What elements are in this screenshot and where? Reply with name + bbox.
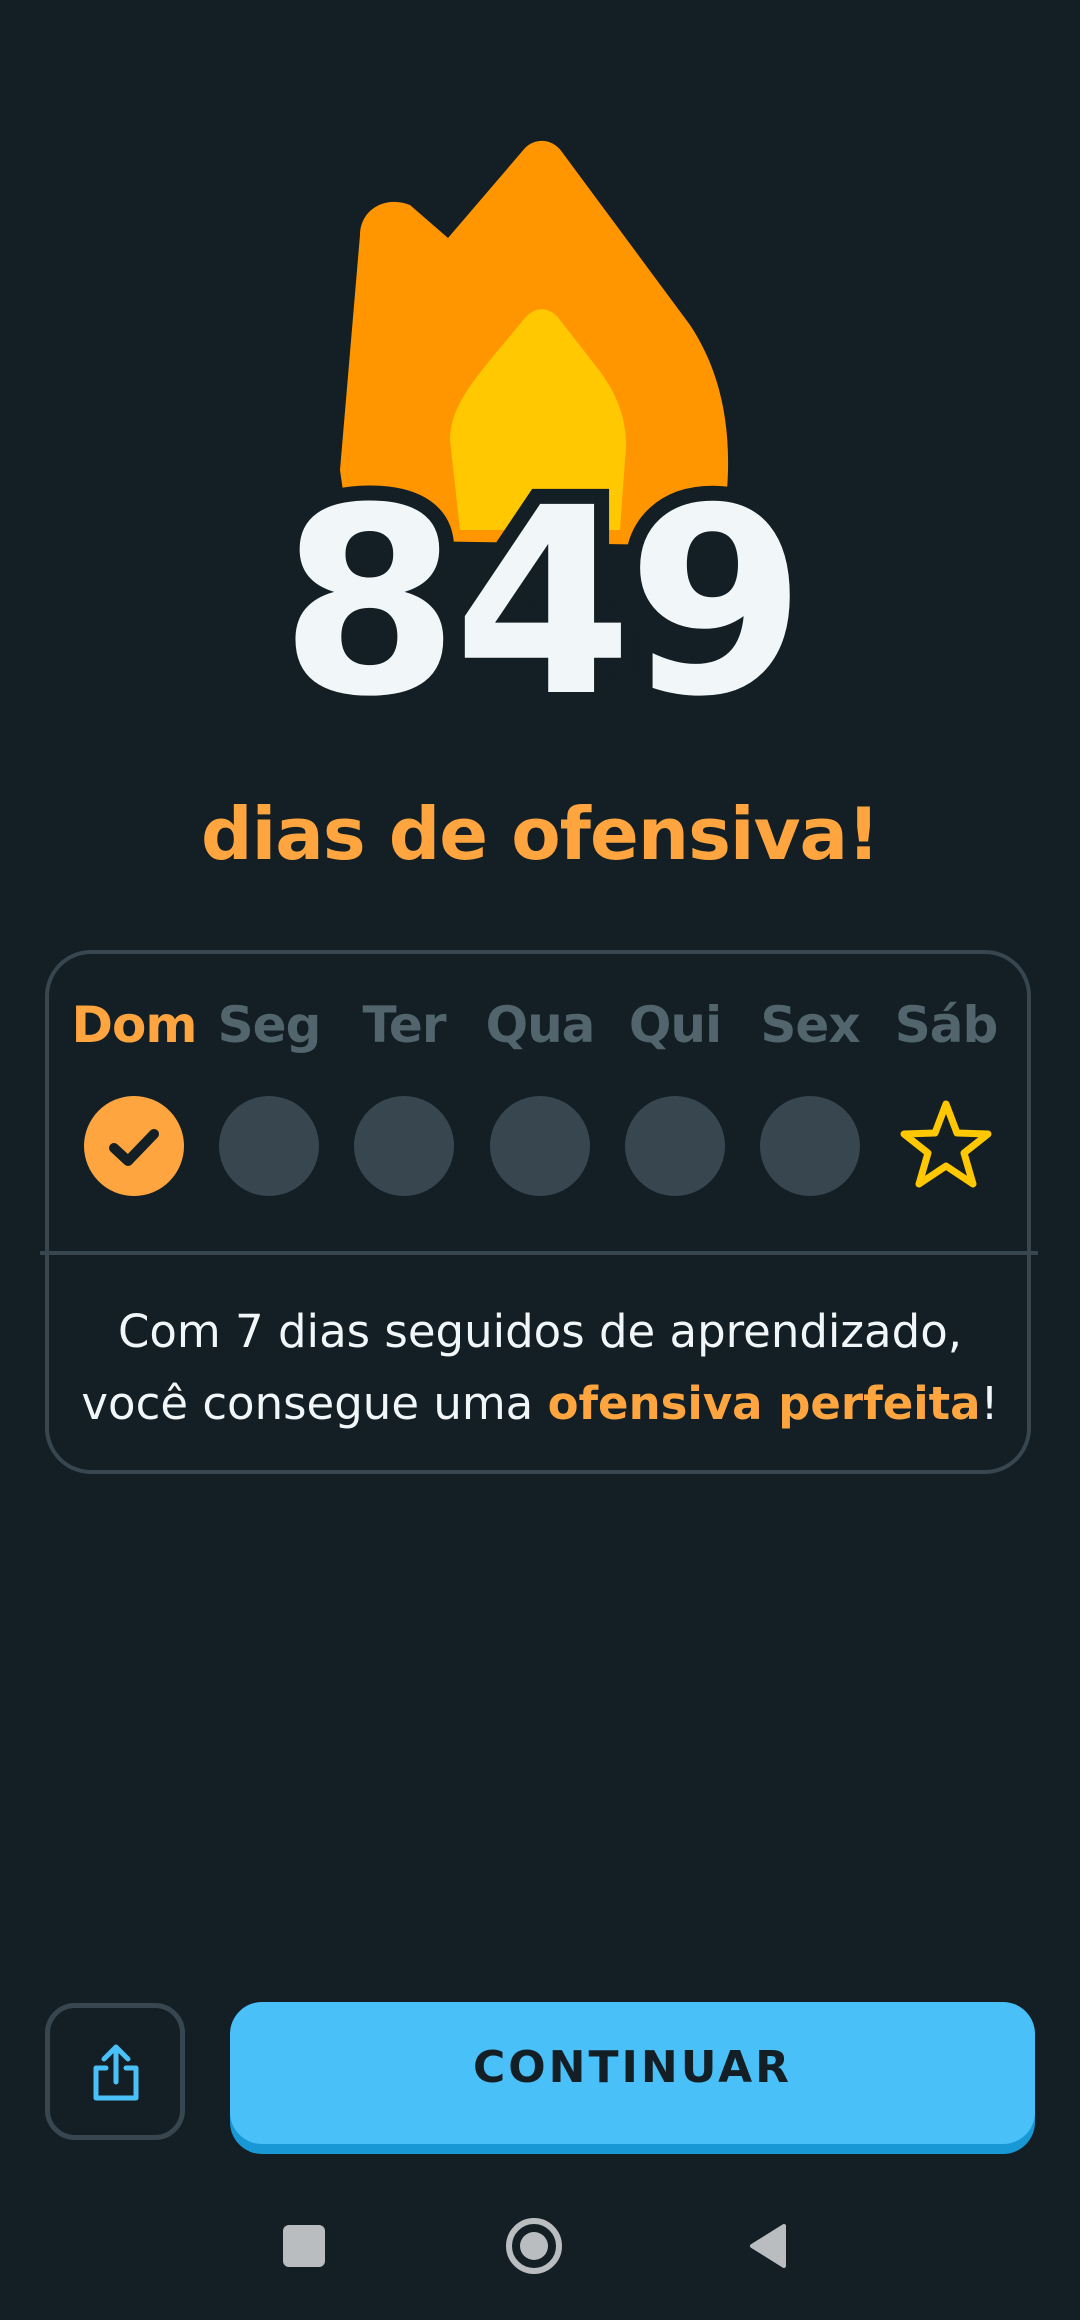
completed-day-indicator [84,1096,184,1196]
day-wednesday: Qua [475,990,605,1196]
star-icon [900,1100,992,1188]
pending-day-indicator [490,1096,590,1196]
perfect-streak-hint: Com 7 dias seguidos de aprendizado, você… [60,1296,1020,1440]
day-sunday: Dom [69,990,199,1196]
day-label: Seg [217,996,322,1054]
day-label: Sex [760,996,860,1054]
day-label: Dom [71,996,198,1054]
day-label: Qua [485,996,596,1054]
day-label: Sáb [894,996,999,1054]
pending-day-indicator [219,1096,319,1196]
day-label: Ter [362,996,446,1054]
hint-highlight: ofensiva perfeita [547,1377,981,1430]
day-label: Qui [628,996,722,1054]
streak-title: dias de ofensiva! [201,792,880,876]
system-nav-bar [0,2210,1080,2300]
pending-day-indicator [354,1096,454,1196]
hint-suffix: ! [980,1377,999,1430]
hint-line2: você consegue uma [81,1377,548,1430]
share-button[interactable] [45,2003,185,2140]
day-thursday: Qui [610,990,740,1196]
pending-day-indicator [625,1096,725,1196]
check-icon [109,1129,159,1166]
day-saturday: Sáb [881,990,1011,1196]
pending-day-indicator [760,1096,860,1196]
day-monday: Seg [204,990,334,1196]
day-tuesday: Ter [339,990,469,1196]
divider [40,1251,1038,1255]
recent-apps-icon[interactable] [283,2225,325,2267]
streak-count: 849 [265,453,822,753]
perfect-streak-indicator [896,1096,996,1196]
day-friday: Sex [745,990,875,1196]
home-icon[interactable] [506,2218,562,2274]
share-icon [93,2044,139,2101]
continue-button[interactable]: CONTINUAR [230,2002,1035,2144]
back-icon[interactable] [748,2222,788,2270]
hint-line1: Com 7 dias seguidos de aprendizado, [117,1305,963,1358]
